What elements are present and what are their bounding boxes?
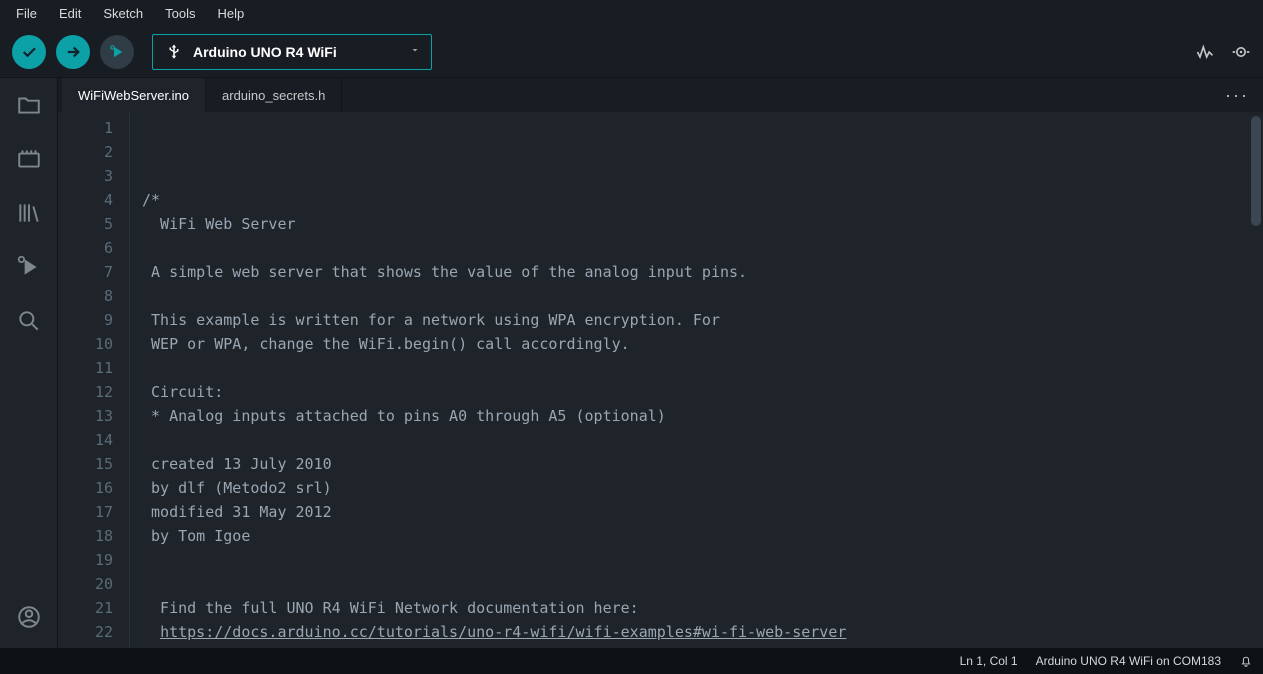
line-number: 8 bbox=[58, 284, 113, 308]
code-line[interactable]: Find the full UNO R4 WiFi Network docume… bbox=[142, 596, 1263, 620]
line-number: 12 bbox=[58, 380, 113, 404]
menu-sketch[interactable]: Sketch bbox=[93, 2, 153, 25]
line-number: 21 bbox=[58, 596, 113, 620]
code-line[interactable] bbox=[142, 572, 1263, 596]
line-number: 4 bbox=[58, 188, 113, 212]
serial-plotter-icon[interactable] bbox=[1195, 42, 1215, 62]
tab-wifiwebserver[interactable]: WiFiWebServer.ino bbox=[62, 78, 206, 112]
tab-arduino-secrets[interactable]: arduino_secrets.h bbox=[206, 78, 342, 112]
menu-edit[interactable]: Edit bbox=[49, 2, 91, 25]
code-line[interactable]: * Analog inputs attached to pins A0 thro… bbox=[142, 404, 1263, 428]
line-number: 17 bbox=[58, 500, 113, 524]
line-number: 10 bbox=[58, 332, 113, 356]
line-number: 20 bbox=[58, 572, 113, 596]
menu-help[interactable]: Help bbox=[207, 2, 254, 25]
line-number: 6 bbox=[58, 236, 113, 260]
line-number: 16 bbox=[58, 476, 113, 500]
verify-button[interactable] bbox=[12, 35, 46, 69]
code-area[interactable]: /* WiFi Web Server A simple web server t… bbox=[130, 112, 1263, 648]
line-number: 18 bbox=[58, 524, 113, 548]
code-line[interactable]: by dlf (Metodo2 srl) bbox=[142, 476, 1263, 500]
serial-monitor-icon[interactable] bbox=[1231, 42, 1251, 62]
code-line[interactable]: WEP or WPA, change the WiFi.begin() call… bbox=[142, 332, 1263, 356]
menu-bar: File Edit Sketch Tools Help bbox=[0, 0, 1263, 26]
code-line[interactable]: Circuit: bbox=[142, 380, 1263, 404]
toolbar: Arduino UNO R4 WiFi bbox=[0, 26, 1263, 78]
code-editor[interactable]: 12345678910111213141516171819202122 /* W… bbox=[58, 112, 1263, 648]
code-line[interactable] bbox=[142, 284, 1263, 308]
upload-button[interactable] bbox=[56, 35, 90, 69]
code-line[interactable]: */ bbox=[142, 644, 1263, 648]
line-gutter: 12345678910111213141516171819202122 bbox=[58, 112, 130, 648]
status-cursor[interactable]: Ln 1, Col 1 bbox=[960, 654, 1018, 668]
code-line[interactable] bbox=[142, 236, 1263, 260]
board-selector[interactable]: Arduino UNO R4 WiFi bbox=[152, 34, 432, 70]
code-line[interactable] bbox=[142, 548, 1263, 572]
explorer-icon[interactable] bbox=[16, 92, 42, 118]
vertical-scrollbar[interactable] bbox=[1251, 116, 1261, 226]
code-line[interactable]: https://docs.arduino.cc/tutorials/uno-r4… bbox=[142, 620, 1263, 644]
chevron-down-icon bbox=[409, 43, 421, 61]
code-line[interactable] bbox=[142, 428, 1263, 452]
menu-file[interactable]: File bbox=[6, 2, 47, 25]
debug-panel-icon[interactable] bbox=[16, 254, 42, 280]
code-line[interactable]: modified 31 May 2012 bbox=[142, 500, 1263, 524]
editor-tabs: WiFiWebServer.ino arduino_secrets.h ··· bbox=[58, 78, 1263, 112]
line-number: 2 bbox=[58, 140, 113, 164]
line-number: 22 bbox=[58, 620, 113, 644]
line-number: 11 bbox=[58, 356, 113, 380]
account-icon[interactable] bbox=[16, 604, 42, 630]
debug-start-icon bbox=[108, 43, 126, 61]
line-number: 5 bbox=[58, 212, 113, 236]
code-line[interactable]: This example is written for a network us… bbox=[142, 308, 1263, 332]
code-line[interactable] bbox=[142, 356, 1263, 380]
menu-tools[interactable]: Tools bbox=[155, 2, 205, 25]
code-line[interactable]: by Tom Igoe bbox=[142, 524, 1263, 548]
line-number: 7 bbox=[58, 260, 113, 284]
usb-icon bbox=[165, 43, 183, 61]
code-line[interactable]: created 13 July 2010 bbox=[142, 452, 1263, 476]
line-number: 1 bbox=[58, 116, 113, 140]
line-number: 3 bbox=[58, 164, 113, 188]
debug-button[interactable] bbox=[100, 35, 134, 69]
bell-icon[interactable] bbox=[1239, 654, 1253, 668]
board-name-label: Arduino UNO R4 WiFi bbox=[193, 44, 337, 60]
search-icon[interactable] bbox=[16, 308, 42, 334]
activity-bar bbox=[0, 78, 58, 648]
code-line[interactable]: /* bbox=[142, 188, 1263, 212]
line-number: 9 bbox=[58, 308, 113, 332]
line-number: 13 bbox=[58, 404, 113, 428]
check-icon bbox=[20, 43, 38, 61]
line-number: 14 bbox=[58, 428, 113, 452]
arrow-right-icon bbox=[64, 43, 82, 61]
status-bar: Ln 1, Col 1 Arduino UNO R4 WiFi on COM18… bbox=[0, 648, 1263, 674]
status-board[interactable]: Arduino UNO R4 WiFi on COM183 bbox=[1036, 654, 1221, 668]
line-number: 19 bbox=[58, 548, 113, 572]
library-manager-icon[interactable] bbox=[16, 200, 42, 226]
code-line[interactable]: WiFi Web Server bbox=[142, 212, 1263, 236]
code-line[interactable]: A simple web server that shows the value… bbox=[142, 260, 1263, 284]
line-number: 15 bbox=[58, 452, 113, 476]
tab-overflow-button[interactable]: ··· bbox=[1211, 78, 1263, 112]
boards-manager-icon[interactable] bbox=[16, 146, 42, 172]
